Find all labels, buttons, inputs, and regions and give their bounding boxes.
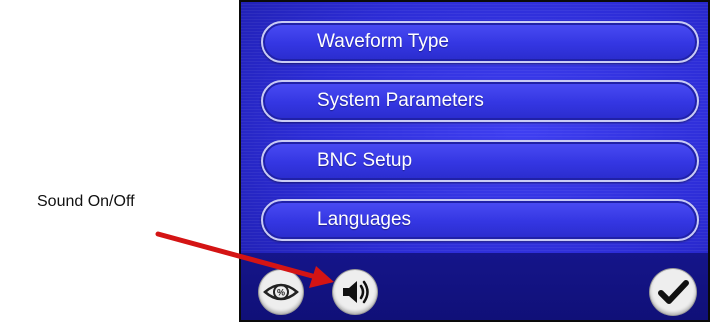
sound-callout-label: Sound On/Off [37, 193, 135, 210]
waveform-type-label: Waveform Type [317, 31, 449, 52]
system-parameters-label: System Parameters [317, 90, 484, 111]
device-frame: Waveform Type System Parameters BNC Setu… [239, 0, 710, 322]
languages-button[interactable]: Languages [261, 199, 699, 241]
languages-label: Languages [317, 209, 412, 230]
eye-percent-icon[interactable]: % [259, 270, 303, 314]
svg-text:%: % [277, 288, 285, 298]
waveform-type-button[interactable]: Waveform Type [261, 21, 699, 63]
bottom-bar [241, 253, 708, 320]
checkmark-icon[interactable] [650, 269, 696, 315]
bnc-setup-button[interactable]: BNC Setup [261, 140, 699, 182]
speaker-icon[interactable] [333, 270, 377, 314]
bnc-setup-label: BNC Setup [317, 150, 413, 171]
system-parameters-button[interactable]: System Parameters [261, 80, 699, 122]
touch-screen: Waveform Type System Parameters BNC Setu… [241, 2, 708, 320]
